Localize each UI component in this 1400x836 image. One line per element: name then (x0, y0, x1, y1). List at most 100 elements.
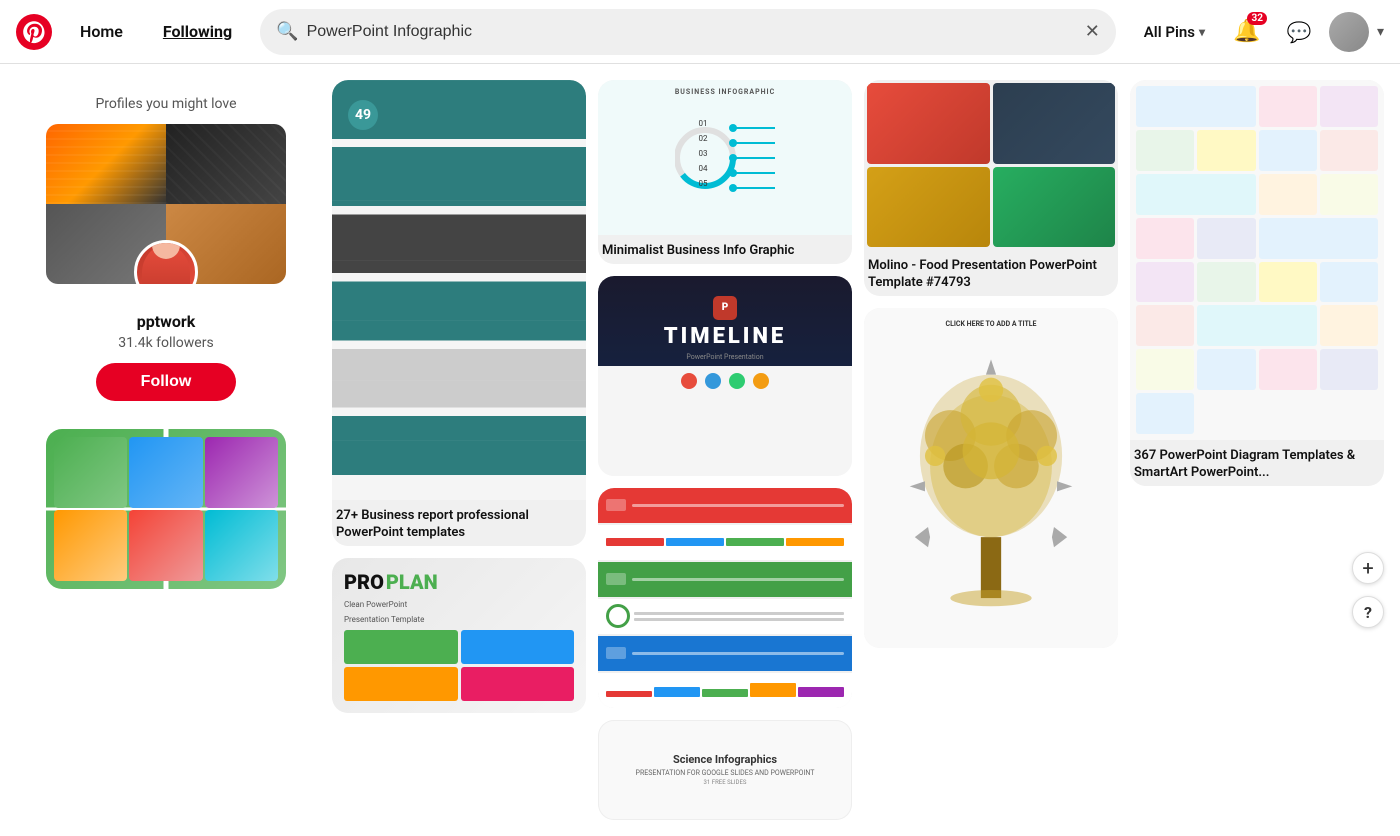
help-fab-button[interactable]: ? (1352, 596, 1384, 628)
pin-card-biz-report[interactable]: 49 27+ Business report professional Powe… (332, 80, 586, 546)
science-title: Science Infographics (673, 753, 777, 766)
avatar-image (1329, 12, 1369, 52)
dc8 (1136, 174, 1256, 215)
chat-icon: 💬 (1287, 20, 1312, 44)
dc12 (1197, 218, 1255, 259)
dc21 (1136, 349, 1194, 390)
profile-suggestion-card: Profiles you might love pptwork 31.4k fo… (16, 80, 316, 417)
timeline-title: TIMELINE (664, 324, 786, 349)
user-avatar[interactable] (1329, 12, 1369, 52)
pin-food-image (864, 80, 1118, 250)
nav-home[interactable]: Home (68, 14, 135, 49)
pin-column-1: 49 27+ Business report professional Powe… (332, 80, 586, 713)
pin-card-tree[interactable]: CLICK HERE TO ADD A TITLE (864, 308, 1118, 648)
search-icon: 🔍 (276, 21, 298, 42)
pin-minimalist-image: BUSINESS INFOGRAPHIC (598, 80, 852, 235)
messages-button[interactable]: 💬 (1277, 10, 1321, 54)
pinterest-logo[interactable] (16, 14, 52, 50)
second-suggestion-card[interactable] (46, 429, 286, 589)
dc15 (1197, 262, 1255, 303)
svg-text:05: 05 (699, 179, 708, 188)
sc6 (205, 510, 278, 581)
collage-cell-2 (166, 124, 286, 204)
dc2 (1259, 86, 1317, 127)
minimalist-svg: 01 02 03 04 05 (675, 108, 775, 208)
dc13 (1259, 218, 1379, 259)
sc5 (129, 510, 202, 581)
second-card-collage (46, 429, 286, 589)
dc23 (1259, 349, 1317, 390)
pin-timeline-image: P TIMELINE PowerPoint Presentation (598, 276, 852, 476)
svg-text:02: 02 (699, 134, 708, 143)
pin-card-diagram[interactable]: 367 PowerPoint Diagram Templates & Smart… (1130, 80, 1384, 486)
pin-card-science[interactable]: Science Infographics PRESENTATION FOR GO… (598, 720, 852, 820)
svg-text:03: 03 (699, 149, 708, 158)
powerpoint-logo: P (713, 296, 737, 320)
search-bar: 🔍 ✕ (260, 9, 1116, 55)
dc22 (1197, 349, 1255, 390)
sc3 (205, 437, 278, 508)
header-right: All Pins ▾ 🔔 32 💬 ▾ (1132, 10, 1384, 54)
nav-following[interactable]: Following (151, 14, 244, 49)
dc1 (1136, 86, 1256, 127)
notifications-button[interactable]: 🔔 32 (1225, 10, 1269, 54)
pin-colorful-image (598, 488, 852, 708)
tree-visual: CLICK HERE TO ADD A TITLE (864, 308, 1118, 648)
sc1 (54, 437, 127, 508)
dc9 (1259, 174, 1317, 215)
science-visual: Science Infographics PRESENTATION FOR GO… (598, 720, 852, 820)
all-pins-dropdown[interactable]: All Pins ▾ (1132, 15, 1217, 49)
avatar-head (152, 240, 180, 259)
pin-column-3: Molino - Food Presentation PowerPoint Te… (864, 80, 1118, 648)
dc25 (1136, 393, 1194, 434)
food-visual (864, 80, 1118, 250)
pin-diagram-image (1130, 80, 1384, 440)
food-cell-2 (993, 83, 1116, 164)
pin-card-food[interactable]: Molino - Food Presentation PowerPoint Te… (864, 80, 1118, 296)
pin-column-4: 367 PowerPoint Diagram Templates & Smart… (1130, 80, 1384, 486)
account-chevron-icon[interactable]: ▾ (1377, 24, 1384, 40)
profiles-section-title: Profiles you might love (32, 96, 300, 112)
dc7 (1320, 130, 1378, 171)
dc11 (1136, 218, 1194, 259)
dc20 (1320, 305, 1378, 346)
pin-card-pro-plan[interactable]: PRO PLAN Clean PowerPoint Presentation T… (332, 558, 586, 713)
food-cell-4 (993, 167, 1116, 248)
science-subtitle: PRESENTATION FOR GOOGLE SLIDES AND POWER… (636, 769, 815, 777)
food-cell-3 (867, 167, 990, 248)
pin-biz-report-label: 27+ Business report professional PowerPo… (332, 500, 586, 546)
profile-collage (46, 124, 286, 284)
pin-card-minimalist-biz[interactable]: BUSINESS INFOGRAPHIC (598, 80, 852, 264)
avatar-figure (142, 245, 190, 284)
pin-pro-plan-image: PRO PLAN Clean PowerPoint Presentation T… (332, 558, 586, 713)
pin-column-2: BUSINESS INFOGRAPHIC (598, 80, 852, 820)
timeline-visual: P TIMELINE PowerPoint Presentation (598, 276, 852, 476)
profile-followers: 31.4k followers (32, 335, 300, 351)
search-input[interactable] (307, 23, 1077, 41)
clear-search-icon[interactable]: ✕ (1085, 23, 1100, 41)
sidebar: Profiles you might love pptwork 31.4k fo… (16, 80, 316, 589)
profile-name: pptwork (32, 312, 300, 331)
sc2 (129, 437, 202, 508)
pin-food-label: Molino - Food Presentation PowerPoint Te… (864, 250, 1118, 296)
dc5 (1197, 130, 1255, 171)
main-content: Profiles you might love pptwork 31.4k fo… (0, 64, 1400, 836)
pin-biz-report-image: 49 (332, 80, 586, 500)
follow-button[interactable]: Follow (96, 363, 236, 401)
collage-cell-1 (46, 124, 166, 204)
tree-svg (876, 334, 1106, 618)
header: Home Following 🔍 ✕ All Pins ▾ 🔔 32 💬 ▾ (0, 0, 1400, 64)
dc6 (1259, 130, 1317, 171)
pin-minimalist-label: Minimalist Business Info Graphic (598, 235, 852, 264)
dc24 (1320, 349, 1378, 390)
add-fab-button[interactable]: + (1352, 552, 1384, 584)
pin-science-image: Science Infographics PRESENTATION FOR GO… (598, 720, 852, 820)
notification-badge: 32 (1247, 12, 1266, 25)
pin-card-colorful-slides[interactable] (598, 488, 852, 708)
food-cell-1 (867, 83, 990, 164)
chevron-down-icon: ▾ (1199, 25, 1205, 39)
dc4 (1136, 130, 1194, 171)
all-pins-label: All Pins (1144, 23, 1195, 41)
pin-card-timeline[interactable]: P TIMELINE PowerPoint Presentation (598, 276, 852, 476)
dc17 (1320, 262, 1378, 303)
